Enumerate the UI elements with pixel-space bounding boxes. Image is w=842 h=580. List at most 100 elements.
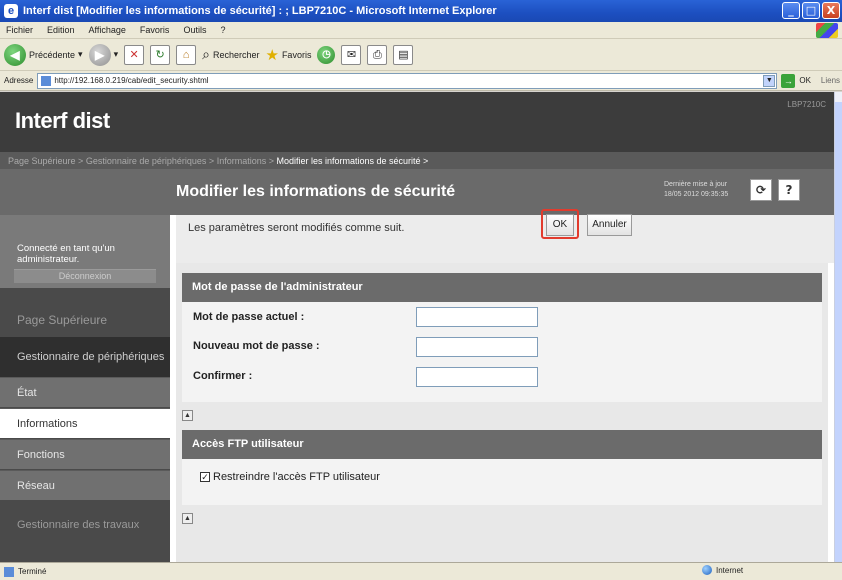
chevron-down-icon[interactable]: ▼ [763, 74, 776, 87]
menu-favorites[interactable]: Favoris [140, 25, 170, 35]
page-title-bar: Modifier les informations de sécurité De… [0, 169, 834, 215]
confirm-password-field[interactable] [416, 367, 538, 387]
print-icon[interactable]: ⎙ [367, 44, 388, 65]
address-url: http://192.168.0.219/cab/edit_security.s… [54, 76, 209, 85]
vertical-scrollbar[interactable] [834, 92, 842, 562]
forward-button[interactable]: ▶ ▾ [88, 43, 118, 66]
last-updated-time: 18/05 2012 09:35:35 [664, 191, 729, 198]
address-input[interactable]: http://192.168.0.219/cab/edit_security.s… [37, 72, 778, 89]
app-header: Interf dist LBP7210C [0, 92, 834, 152]
minimize-button[interactable]: _ [782, 2, 800, 19]
favorites-button[interactable]: ★ Favoris [265, 46, 311, 64]
last-updated: Dernière mise à jour 18/05 2012 09:35:35 [664, 180, 728, 200]
back-button[interactable]: ◀ Précédente ▾ [4, 43, 83, 66]
page-done-icon [4, 566, 14, 577]
sidebar-item-top-page[interactable]: Page Supérieure [0, 307, 170, 333]
menu-tools[interactable]: Outils [183, 25, 206, 35]
window-titlebar: e Interf dist [Modifier les informations… [0, 0, 842, 22]
mail-icon[interactable]: ✉ [341, 44, 362, 65]
edit-icon[interactable]: ▤ [393, 44, 414, 65]
search-label: Rechercher [212, 49, 260, 60]
printer-model: LBP7210C [787, 100, 826, 109]
sidebar-item-informations[interactable]: Informations [0, 408, 170, 438]
go-button[interactable]: OK [799, 76, 811, 85]
breadcrumb-device-manager[interactable]: Gestionnaire de périphériques > [86, 156, 214, 166]
new-password-field[interactable] [416, 337, 538, 357]
breadcrumb-current: Modifier les informations de sécurité > [276, 155, 429, 166]
go-arrow-icon[interactable]: → [781, 73, 796, 88]
zone-label: Internet [716, 565, 744, 575]
menu-file[interactable]: Fichier [6, 25, 33, 35]
login-status-text: Connecté en tant qu'un administrateur. [17, 243, 115, 265]
refresh-page-icon[interactable]: ↻ [150, 44, 171, 65]
windows-logo-icon [816, 23, 838, 38]
cancel-button[interactable]: Annuler [587, 214, 632, 236]
restrict-ftp-checkbox[interactable]: ✓ [200, 472, 210, 482]
star-icon: ★ [265, 46, 279, 64]
sidebar-item-status[interactable]: État [0, 377, 170, 407]
sidebar-item-job-manager[interactable]: Gestionnaire des travaux [0, 505, 170, 545]
restrict-ftp-label: Restreindre l'accès FTP utilisateur [213, 471, 380, 483]
favorites-label: Favoris [281, 49, 312, 60]
confirm-password-label: Confirmer : [193, 370, 253, 382]
page-title: Modifier les informations de sécurité [176, 183, 456, 200]
search-button[interactable]: ⌕ Rechercher [202, 46, 259, 63]
security-zone: Internet [702, 565, 743, 575]
help-button[interactable]: ? [778, 179, 800, 201]
links-label[interactable]: Liens [821, 76, 840, 85]
last-updated-label: Dernière mise à jour [664, 181, 728, 188]
forward-arrow-icon: ▶ [88, 43, 111, 66]
internet-explorer-icon: e [4, 4, 18, 18]
admin-password-heading: Mot de passe de l'administrateur [182, 273, 822, 302]
breadcrumb: Page Supérieure > Gestionnaire de périph… [0, 152, 834, 169]
sidebar-item-network[interactable]: Réseau [0, 470, 170, 500]
search-icon: ⌕ [202, 46, 210, 62]
back-arrow-icon: ◀ [4, 43, 26, 66]
refresh-icon[interactable]: ⟳ [750, 179, 772, 201]
history-icon[interactable]: ◷ [317, 45, 336, 64]
scroll-top-icon[interactable]: ▲ [182, 410, 193, 421]
form-note: Les paramètres seront modifiés comme sui… [188, 222, 405, 234]
chevron-down-icon: ▾ [78, 49, 83, 59]
stop-icon[interactable]: ✕ [124, 44, 145, 65]
close-button[interactable]: X [822, 2, 840, 19]
home-icon[interactable]: ⌂ [176, 44, 197, 65]
current-password-field[interactable] [416, 307, 538, 327]
status-bar: Terminé Internet [0, 562, 842, 580]
restrict-ftp-option[interactable]: ✓ Restreindre l'accès FTP utilisateur [200, 471, 380, 483]
back-label: Précédente [29, 49, 76, 60]
address-bar: Adresse http://192.168.0.219/cab/edit_se… [0, 71, 842, 91]
ftp-access-section: ✓ Restreindre l'accès FTP utilisateur [182, 459, 822, 505]
form-content: Mot de passe de l'administrateur Mot de … [176, 263, 828, 562]
new-password-label: Nouveau mot de passe : [193, 340, 320, 352]
main-panel: Les paramètres seront modifiés comme sui… [176, 215, 834, 562]
window-controls: _ □ X [782, 2, 840, 19]
ftp-access-heading: Accès FTP utilisateur [182, 430, 822, 459]
sidebar-item-device-manager[interactable]: Gestionnaire de périphériques [0, 337, 170, 377]
ok-button[interactable]: OK [546, 214, 574, 236]
login-status: Connecté en tant qu'un administrateur. D… [0, 215, 170, 288]
web-page: Interf dist LBP7210C Page Supérieure > G… [0, 92, 834, 562]
sidebar-item-functions[interactable]: Fonctions [0, 439, 170, 469]
sidebar: Connecté en tant qu'un administrateur. D… [0, 215, 170, 562]
menu-view[interactable]: Affichage [89, 25, 126, 35]
page-icon [41, 75, 52, 86]
menu-help[interactable]: ? [220, 25, 225, 35]
form-intro: Les paramètres seront modifiés comme sui… [176, 215, 834, 263]
globe-icon [702, 565, 712, 575]
scroll-top-icon[interactable]: ▲ [182, 513, 193, 524]
address-label: Adresse [4, 76, 34, 85]
status-text: Terminé [18, 567, 47, 576]
menu-edit[interactable]: Edition [47, 25, 75, 35]
app-brand: Interf dist [15, 108, 110, 133]
admin-password-section: Mot de passe actuel : Nouveau mot de pas… [182, 302, 822, 402]
breadcrumb-top[interactable]: Page Supérieure > [8, 156, 83, 166]
maximize-button[interactable]: □ [802, 2, 820, 19]
browser-toolbar: ◀ Précédente ▾ ▶ ▾ ✕ ↻ ⌂ ⌕ Rechercher ★ … [0, 39, 842, 71]
breadcrumb-informations[interactable]: Informations > [217, 156, 274, 166]
logout-button[interactable]: Déconnexion [14, 269, 156, 283]
menu-bar: Fichier Edition Affichage Favoris Outils… [0, 22, 842, 39]
window-title: Interf dist [Modifier les informations d… [23, 5, 497, 17]
scrollbar-thumb[interactable] [835, 102, 842, 562]
current-password-label: Mot de passe actuel : [193, 311, 305, 323]
